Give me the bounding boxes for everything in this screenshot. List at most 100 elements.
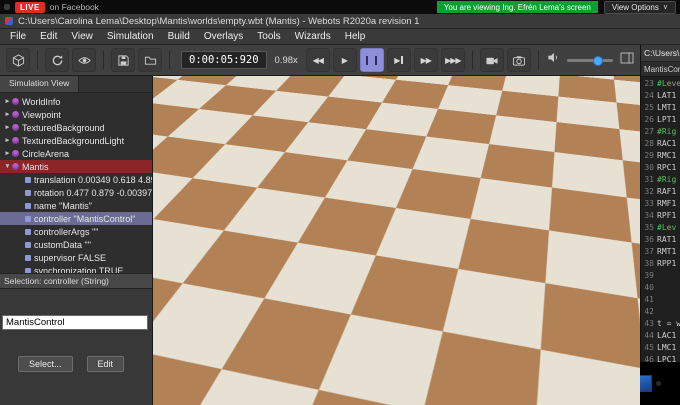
node-icon xyxy=(12,124,19,131)
fast-forward-button[interactable]: ▶▶ xyxy=(413,48,438,72)
tree-item-synchronization[interactable]: synchronization TRUE xyxy=(0,264,152,273)
line-number: 38 xyxy=(644,259,654,268)
menu-help[interactable]: Help xyxy=(338,31,373,42)
camera-icon xyxy=(512,55,525,66)
menu-tools[interactable]: Tools xyxy=(250,31,287,42)
stream-preview[interactable] xyxy=(622,362,680,405)
line-number: 34 xyxy=(644,211,654,220)
line-number: 35 xyxy=(644,223,654,232)
line-number: 26 xyxy=(644,115,654,124)
scene-tree-toggle-button[interactable] xyxy=(6,48,30,72)
title-bar: C:\Users\Carolina Lema\Desktop\Mantis\wo… xyxy=(0,14,680,29)
pause-button[interactable] xyxy=(359,48,384,72)
code-text: #Rig xyxy=(657,127,677,136)
node-icon xyxy=(12,163,19,170)
tree-item-mantis[interactable]: ▼ Mantis xyxy=(0,160,152,173)
edit-button[interactable]: Edit xyxy=(86,356,125,372)
tree-item-supervisor[interactable]: supervisor FALSE xyxy=(0,251,152,264)
code-text: t = w xyxy=(657,319,680,328)
code-text: RAT1 xyxy=(657,235,677,244)
rewind-button[interactable]: ◀◀ xyxy=(305,48,330,72)
mantis-robot[interactable] xyxy=(213,128,553,383)
tree-item-controller[interactable]: controller "MantisControl" xyxy=(0,212,152,225)
expand-arrow[interactable]: ► xyxy=(3,98,12,105)
field-icon xyxy=(25,228,31,235)
tree-item-worldinfo[interactable]: ► WorldInfo xyxy=(0,95,152,108)
line-number: 24 xyxy=(644,91,654,100)
screenshot-button[interactable] xyxy=(506,48,531,72)
menu-build[interactable]: Build xyxy=(161,31,197,42)
chevron-down-icon: ∨ xyxy=(662,4,668,11)
simulation-view-tab-bar: Simulation View xyxy=(0,76,152,93)
line-number: 29 xyxy=(644,151,654,160)
line-number: 23 xyxy=(644,79,654,88)
code-line: 41 xyxy=(641,294,680,306)
tree-item-controllerargs[interactable]: controllerArgs "" xyxy=(0,225,152,238)
tree-item-texturedbackgroundlight[interactable]: ► TexturedBackgroundLight xyxy=(0,134,152,147)
expand-arrow[interactable]: ► xyxy=(3,137,12,144)
tree-item-label: Mantis xyxy=(22,161,49,172)
code-line: 23 #Leve xyxy=(641,78,680,90)
movie-camera-icon xyxy=(486,57,498,64)
expand-arrow[interactable]: ► xyxy=(3,111,12,118)
tree-item-rotation[interactable]: rotation 0.477 0.879 -0.00397 0.0207 xyxy=(0,186,152,199)
line-number: 41 xyxy=(644,295,654,304)
tree-item-texturedbackground[interactable]: ► TexturedBackground xyxy=(0,121,152,134)
tree-item-customdata[interactable]: customData "" xyxy=(0,238,152,251)
code-text: RPP1 xyxy=(657,259,677,268)
save-icon xyxy=(117,54,129,66)
play-button[interactable]: ▶ xyxy=(332,48,357,72)
tree-item-label: controller "MantisControl" xyxy=(34,213,136,224)
open-world-button[interactable] xyxy=(138,48,162,72)
field-icon xyxy=(25,241,31,248)
code-lines[interactable]: 23 #Leve 24 LAT1 25 LMT1 26 LPT1 27 #Rig 28 RAC1 29 R… xyxy=(641,77,680,405)
shared-screen-thumbnail xyxy=(628,375,652,392)
menu-wizards[interactable]: Wizards xyxy=(288,31,338,42)
line-number: 45 xyxy=(644,343,654,352)
expand-arrow[interactable]: ▼ xyxy=(3,163,12,170)
tree-item-label: customData "" xyxy=(34,239,91,250)
tree-item-circlearena[interactable]: ► CircleArena xyxy=(0,147,152,160)
run-fast-button[interactable]: ▶▶▶ xyxy=(440,48,465,72)
toolbar: 0:00:05:920 0.98x ◀◀ ▶ ▶ ▶▶ ▶▶▶ xyxy=(0,45,640,76)
on-facebook-label: on Facebook xyxy=(49,2,99,12)
code-text: RMT1 xyxy=(657,247,677,256)
node-icon xyxy=(12,137,19,144)
movie-record-button[interactable] xyxy=(479,48,504,72)
view-options-button[interactable]: View Options ∨ xyxy=(603,0,676,14)
code-line: 32 RAF1 xyxy=(641,186,680,198)
code-line: 27 #Rig xyxy=(641,126,680,138)
save-world-button[interactable] xyxy=(111,48,135,72)
tab-simulation-view[interactable]: Simulation View xyxy=(0,76,80,92)
menu-edit[interactable]: Edit xyxy=(33,31,64,42)
code-line: 33 RMF1 xyxy=(641,198,680,210)
step-button[interactable]: ▶ xyxy=(386,48,411,72)
speaker-icon[interactable] xyxy=(546,51,560,69)
node-icon xyxy=(12,150,19,157)
line-number: 44 xyxy=(644,331,654,340)
volume-slider[interactable] xyxy=(566,55,613,66)
menu-view[interactable]: View xyxy=(64,31,100,42)
controller-value-input[interactable] xyxy=(2,315,148,330)
tree-item-translation[interactable]: translation 0.00349 0.618 4.89 xyxy=(0,173,152,186)
tree-item-viewpoint[interactable]: ► Viewpoint xyxy=(0,108,152,121)
pane-layout-icon[interactable] xyxy=(620,51,634,69)
tree-item-label: Viewpoint xyxy=(22,109,61,120)
expand-arrow[interactable]: ► xyxy=(3,124,12,131)
3d-viewport[interactable] xyxy=(152,76,640,405)
pause-icon xyxy=(366,55,378,65)
expand-arrow[interactable]: ► xyxy=(3,150,12,157)
tree-item-name[interactable]: name "Mantis" xyxy=(0,199,152,212)
code-line: 44 LAC1 xyxy=(641,330,680,342)
code-text: LMT1 xyxy=(657,103,677,112)
menu-simulation[interactable]: Simulation xyxy=(100,31,161,42)
code-line: 45 LMC1 xyxy=(641,342,680,354)
select-button[interactable]: Select... xyxy=(18,356,73,372)
menu-overlays[interactable]: Overlays xyxy=(197,31,250,42)
volume-slider-knob[interactable] xyxy=(592,55,603,66)
menu-file[interactable]: File xyxy=(3,31,33,42)
field-icon xyxy=(25,254,31,261)
tab-mantiscontrol[interactable]: MantisControl xyxy=(641,62,680,77)
reload-world-button[interactable] xyxy=(45,48,69,72)
restore-viewpoint-button[interactable] xyxy=(72,48,96,72)
